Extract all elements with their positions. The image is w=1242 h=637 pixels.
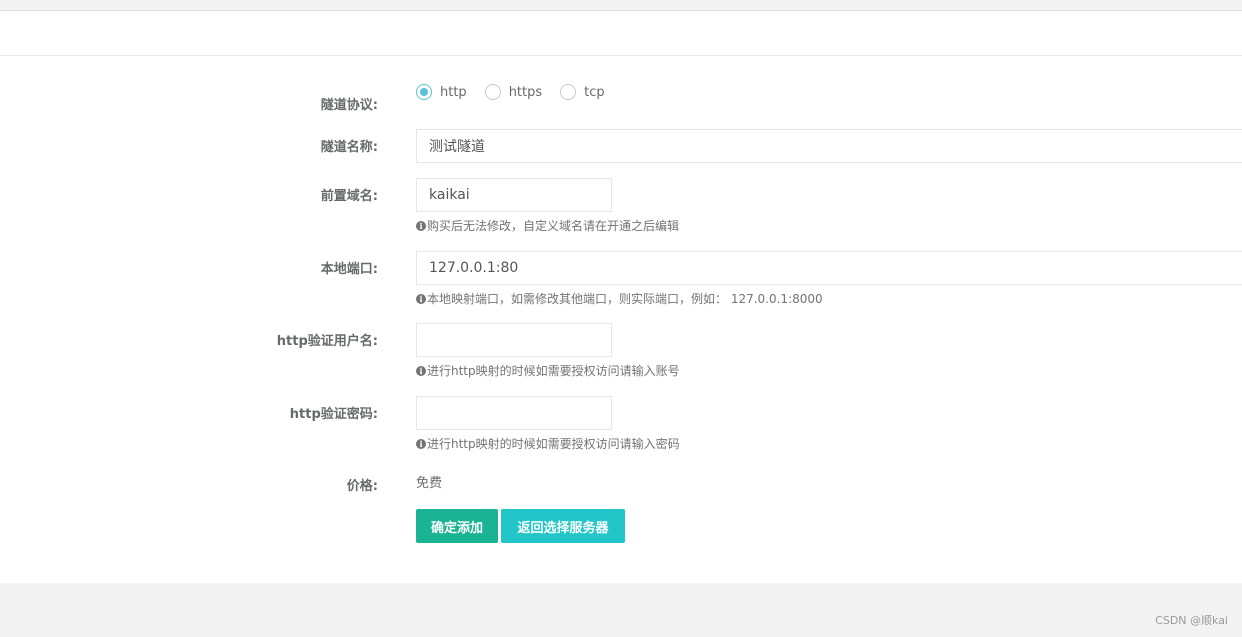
http-pass-input[interactable] <box>416 396 612 430</box>
confirm-add-button[interactable]: 确定添加 <box>416 509 498 543</box>
info-circle-icon: i <box>416 365 426 376</box>
http-user-help: i 进行http映射的时候如需要授权访问请输入账号 <box>416 362 680 379</box>
protocol-option-https[interactable]: https <box>484 84 543 100</box>
http-pass-label: http验证密码: <box>289 407 378 422</box>
help-text: 进行http映射的时候如需要授权访问请输入密码 <box>427 437 680 451</box>
tunnel-name-label: 隧道名称: <box>320 140 378 155</box>
protocol-option-label: tcp <box>584 84 605 100</box>
http-pass-help: i 进行http映射的时候如需要授权访问请输入密码 <box>416 435 680 452</box>
protocol-radio-group: http https tcp <box>416 84 623 100</box>
protocol-option-http[interactable]: http <box>416 84 467 100</box>
protocol-option-label: http <box>440 84 467 100</box>
prefix-domain-input[interactable] <box>416 178 612 212</box>
tunnel-name-input[interactable] <box>416 129 1242 163</box>
radio-unchecked-icon[interactable] <box>484 84 501 100</box>
info-circle-icon: i <box>416 293 426 304</box>
radio-unchecked-icon[interactable] <box>560 84 577 100</box>
watermark: CSDN @顺kai <box>1155 614 1228 627</box>
panel-header <box>0 11 1242 56</box>
help-text: 购买后无法修改，自定义域名请在开通之后编辑 <box>427 219 680 233</box>
http-user-label: http验证用户名: <box>276 334 378 349</box>
http-user-input[interactable] <box>416 323 612 357</box>
price-value: 免费 <box>416 476 443 491</box>
info-circle-icon: i <box>416 220 426 231</box>
protocol-label: 隧道协议: <box>320 98 378 113</box>
back-select-server-button[interactable]: 返回选择服务器 <box>501 509 625 543</box>
prefix-domain-help: i 购买后无法修改，自定义域名请在开通之后编辑 <box>416 217 679 234</box>
prefix-domain-label: 前置域名: <box>320 189 378 204</box>
price-label: 价格: <box>346 479 378 494</box>
protocol-option-tcp[interactable]: tcp <box>560 84 605 100</box>
info-circle-icon: i <box>416 438 426 449</box>
local-port-input[interactable] <box>416 251 1242 285</box>
help-text: 进行http映射的时候如需要授权访问请输入账号 <box>427 364 680 378</box>
local-port-help: i 本地映射端口，如需修改其他端口，则实际端口，例如： 127.0.0.1:80… <box>416 290 823 307</box>
local-port-label: 本地端口: <box>320 262 378 277</box>
protocol-option-label: https <box>508 84 543 100</box>
help-text: 本地映射端口，如需修改其他端口，则实际端口，例如： 127.0.0.1:8000 <box>427 292 823 306</box>
radio-checked-icon[interactable] <box>416 84 432 100</box>
top-strip <box>0 0 1242 11</box>
